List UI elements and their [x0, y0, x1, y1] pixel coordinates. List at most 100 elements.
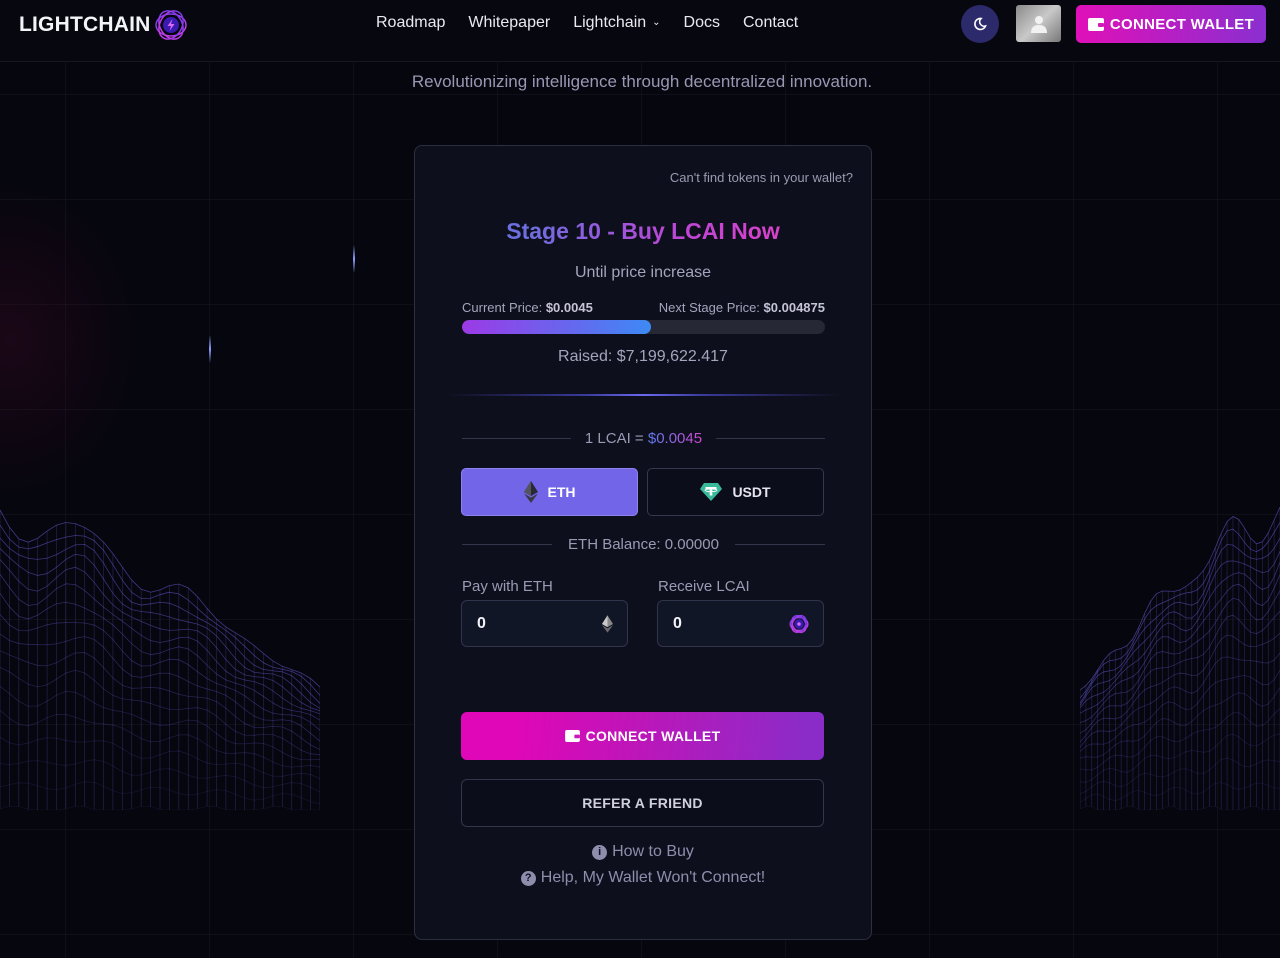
light-streak — [209, 335, 211, 363]
wallet-help-link[interactable]: ? Help, My Wallet Won't Connect! — [415, 869, 871, 887]
balance-row: ETH Balance: 0.00000 — [462, 536, 825, 553]
mesh-line — [0, 710, 320, 768]
wallet-icon — [564, 730, 580, 742]
mesh-line — [0, 650, 320, 750]
tagline: Revolutionizing intelligence through dec… — [411, 72, 873, 91]
price-info: Current Price: $0.0045 Next Stage Price:… — [462, 300, 825, 315]
divider-line — [734, 544, 825, 545]
mesh-line — [1080, 551, 1280, 706]
currency-usdt-label: USDT — [732, 484, 771, 500]
connect-wallet-label: CONNECT WALLET — [585, 728, 721, 744]
pay-amount-input[interactable] — [477, 614, 602, 633]
receive-field — [657, 600, 824, 647]
mesh-line — [0, 781, 320, 805]
exchange-rate: 1 LCAI = $0.0045 — [462, 430, 825, 447]
nav-contact[interactable]: Contact — [743, 14, 798, 32]
refer-a-friend-button[interactable]: REFER A FRIEND — [461, 779, 824, 827]
currency-usdt-button[interactable]: USDT — [647, 468, 824, 516]
mesh-line — [1080, 652, 1280, 748]
stage-title: Stage 10 - Buy LCAI Now — [415, 218, 871, 245]
progress-fill — [462, 320, 651, 334]
mesh-line — [1080, 506, 1280, 691]
next-price-value: $0.004875 — [763, 300, 825, 315]
cant-find-tokens-link[interactable]: Can't find tokens in your wallet? — [670, 170, 853, 185]
rate-prefix: 1 LCAI = — [584, 430, 648, 447]
currency-eth-button[interactable]: ETH — [461, 468, 638, 516]
connect-wallet-button[interactable]: CONNECT WALLET — [461, 712, 824, 760]
mesh-line — [0, 805, 320, 810]
pay-field — [461, 600, 628, 647]
mesh-line — [0, 524, 320, 696]
nav-lightchain-label: Lightchain — [573, 14, 647, 31]
ethereum-icon — [523, 481, 538, 503]
theme-toggle-button[interactable] — [961, 5, 999, 43]
info-icon: i — [592, 844, 608, 860]
how-to-buy-link[interactable]: i How to Buy — [415, 843, 871, 861]
user-icon — [1030, 15, 1047, 33]
mesh-line — [1080, 708, 1280, 771]
light-streak — [353, 245, 355, 273]
mesh-line — [0, 593, 320, 721]
mesh-line — [1080, 537, 1280, 704]
refer-a-friend-label: REFER A FRIEND — [582, 795, 703, 811]
mesh-line — [1080, 562, 1280, 709]
presale-card: Can't find tokens in your wallet? Stage … — [414, 145, 872, 940]
currency-eth-label: ETH — [547, 484, 576, 500]
receive-label: Receive LCAI — [658, 578, 750, 595]
mesh-line — [1080, 632, 1280, 743]
mesh-line — [0, 736, 320, 780]
current-price: Current Price: $0.0045 — [462, 300, 593, 315]
divider-line — [462, 438, 571, 439]
nav-connect-wallet-label: CONNECT WALLET — [1109, 15, 1255, 33]
mesh-line — [0, 509, 320, 688]
mesh-line — [0, 548, 320, 709]
mesh-line — [0, 559, 320, 712]
next-stage-price: Next Stage Price: $0.004875 — [659, 300, 825, 315]
wallet-icon — [1087, 17, 1104, 31]
navbar: LIGHTCHAIN Roadmap Whitepaper Lightchain… — [0, 0, 1280, 62]
divider-line — [716, 438, 825, 439]
ethereum-icon — [602, 614, 613, 633]
nav-connect-wallet-button[interactable]: CONNECT WALLET — [1076, 5, 1266, 43]
avatar[interactable] — [1016, 5, 1061, 42]
mesh-line — [1080, 522, 1280, 699]
mesh-line — [0, 686, 320, 761]
nav-roadmap[interactable]: Roadmap — [376, 14, 445, 32]
raised-amount: Raised: $7,199,622.417 — [558, 348, 728, 365]
mesh-line — [0, 614, 320, 731]
nav-docs[interactable]: Docs — [684, 14, 720, 32]
question-icon: ? — [520, 870, 536, 886]
nav-contact-label: Contact — [743, 14, 799, 31]
eth-balance: ETH Balance: 0.00000 — [568, 536, 719, 553]
mesh-line — [0, 633, 320, 742]
logo[interactable]: LIGHTCHAIN — [19, 8, 188, 42]
wireframe-mountain-left — [0, 509, 320, 810]
nav-lightchain-dropdown[interactable]: Lightchain ⌄ — [573, 14, 660, 32]
rate-value: $0.0045 — [647, 430, 703, 447]
background-glow — [0, 180, 140, 500]
mesh-line — [1080, 590, 1280, 724]
nav-whitepaper-label: Whitepaper — [468, 14, 551, 31]
stage-progress-bar — [462, 320, 825, 334]
mesh-line — [1080, 611, 1280, 734]
mesh-line — [0, 759, 320, 793]
countdown-label: Until price increase — [574, 264, 712, 281]
nav-docs-label: Docs — [683, 14, 720, 31]
nav-links: Roadmap Whitepaper Lightchain ⌄ Docs Cont… — [376, 14, 821, 32]
current-price-value: $0.0045 — [545, 300, 593, 315]
mesh-line — [0, 537, 320, 704]
wallet-help-label: Help, My Wallet Won't Connect! — [540, 869, 766, 886]
mesh-line — [1080, 574, 1280, 714]
receive-amount-input[interactable] — [673, 614, 789, 633]
divider — [448, 394, 840, 396]
how-to-buy-label: How to Buy — [612, 843, 694, 860]
pay-label: Pay with ETH — [462, 578, 553, 595]
chevron-down-icon: ⌄ — [652, 16, 661, 28]
next-price-label: Next Stage Price: — [658, 300, 760, 315]
current-price-label: Current Price: — [462, 300, 543, 315]
tether-icon — [700, 483, 723, 501]
mesh-line — [1080, 733, 1280, 783]
nav-whitepaper[interactable]: Whitepaper — [468, 14, 550, 32]
lightning-logo-icon — [154, 10, 187, 40]
wireframe-mountain-right — [1080, 506, 1280, 810]
